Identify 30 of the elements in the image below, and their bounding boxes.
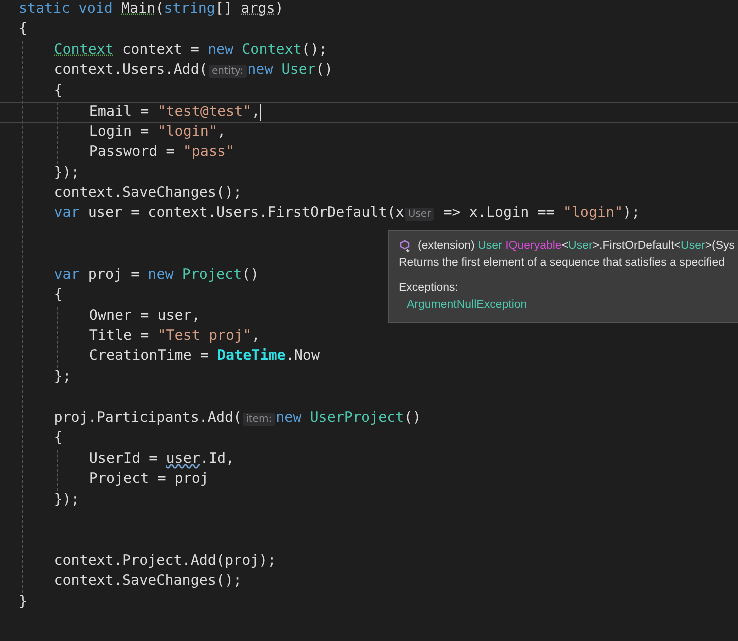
- code-line: context.Users.Add( entity: new User(): [54, 61, 334, 80]
- code-line: }: [19, 592, 28, 612]
- method-signature: (extension) User IQueryable<User>.FirstOrDefault<User>(Sys: [418, 239, 736, 254]
- code-line: Title = "Test proj",: [89, 327, 260, 346]
- code-line: context.Project.Add(proj);: [54, 552, 276, 571]
- code-line: Login = "login",: [89, 122, 226, 142]
- method-summary: Returns the first element of a sequence that satisfies a specified: [399, 256, 726, 271]
- exception-link[interactable]: ArgumentNullException: [399, 298, 738, 313]
- code-line: Password = "pass": [89, 143, 235, 162]
- code-line: Email = "test@test",: [89, 103, 262, 122]
- exceptions-label: Exceptions:: [399, 281, 460, 296]
- code-line: context.SaveChanges();: [54, 184, 242, 203]
- code-line: UserId = user.Id,: [89, 450, 235, 469]
- code-line: Context context = new Context();: [54, 40, 328, 60]
- code-line: {: [54, 429, 63, 448]
- code-line: };: [54, 368, 72, 387]
- code-line: });: [54, 164, 80, 182]
- code-line: var user = context.Users.FirstOrDefault(x User => x.Login == "login");: [54, 204, 640, 224]
- code-line: static void Main(string[] args): [19, 0, 284, 19]
- code-line: {: [54, 286, 63, 306]
- code-line: {: [54, 82, 63, 101]
- code-line: proj.Participants.Add( item: new UserProject(): [54, 408, 422, 428]
- method-icon: [399, 240, 412, 253]
- code-line: {: [19, 20, 28, 40]
- code-line: Project = proj: [89, 470, 209, 490]
- code-line: });: [54, 490, 80, 510]
- code-line: context.SaveChanges();: [54, 572, 242, 592]
- code-line: Owner = user,: [89, 306, 200, 326]
- code-line: CreationTime = DateTime.Now: [89, 347, 320, 366]
- code-line: var proj = new Project(): [54, 266, 260, 285]
